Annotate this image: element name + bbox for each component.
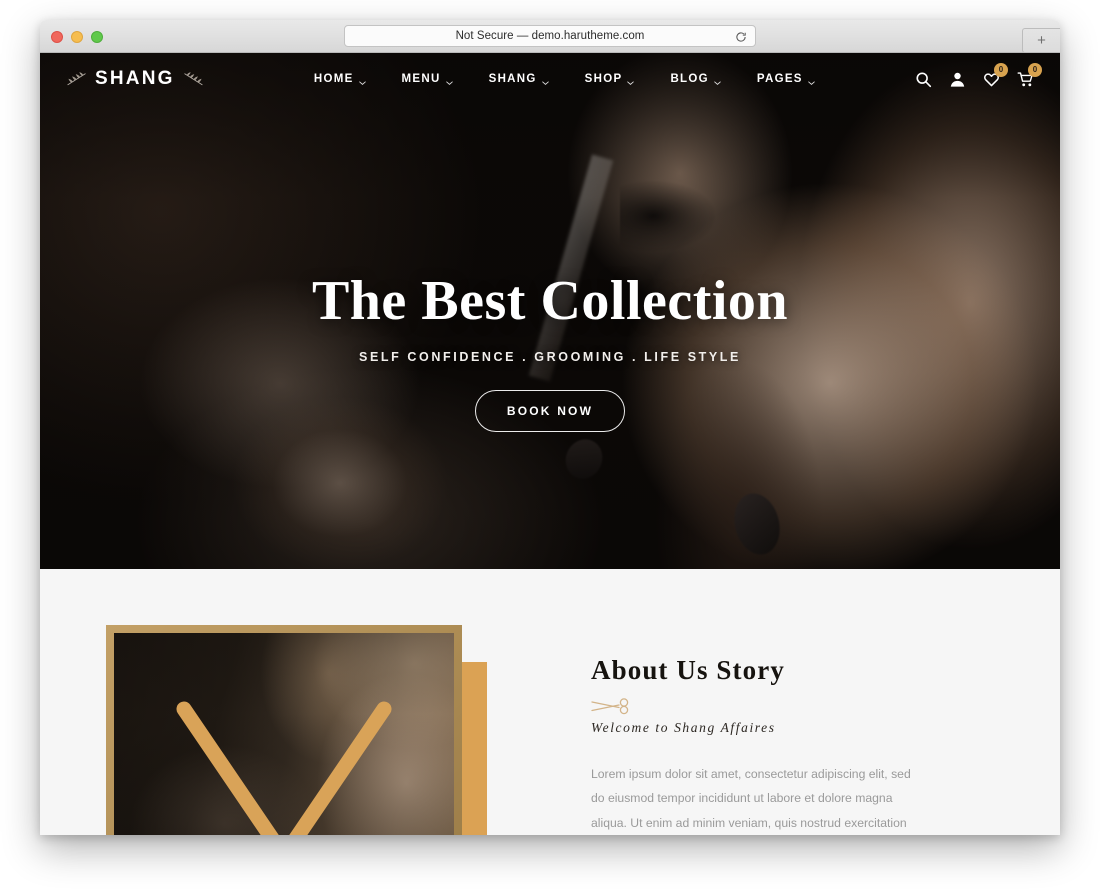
- nav-item-label: MENU: [401, 73, 441, 85]
- chevron-down-icon: [541, 77, 549, 86]
- window-controls: [51, 31, 103, 43]
- nav-item-shop[interactable]: SHOP: [584, 73, 635, 86]
- chevron-down-icon: [358, 77, 366, 86]
- user-icon[interactable]: [949, 71, 966, 88]
- address-bar[interactable]: Not Secure — demo.harutheme.com: [344, 25, 756, 47]
- site-header: SHANG HOME MENU SHANG SHOP BLOG PAGES 0 …: [40, 53, 1060, 105]
- browser-window: Not Secure — demo.harutheme.com + SHANG …: [40, 20, 1060, 835]
- zoom-window-button[interactable]: [91, 31, 103, 43]
- browser-titlebar: Not Secure — demo.harutheme.com +: [40, 20, 1060, 53]
- nav-item-label: HOME: [313, 73, 354, 85]
- about-inner: Opening Hours MONDAY - FRIDAY About Us S…: [106, 569, 994, 835]
- main-navigation: HOME MENU SHANG SHOP BLOG PAGES: [214, 73, 915, 86]
- reload-icon[interactable]: [735, 30, 747, 42]
- nav-item-label: SHOP: [584, 73, 623, 85]
- book-now-button[interactable]: BOOK NOW: [474, 389, 626, 432]
- wishlist-count-badge: 0: [994, 62, 1008, 77]
- nav-item-menu[interactable]: MENU: [401, 73, 453, 86]
- nav-item-home[interactable]: HOME: [313, 73, 366, 86]
- nav-item-shang[interactable]: SHANG: [488, 73, 549, 86]
- url-text: Not Secure — demo.harutheme.com: [455, 30, 645, 42]
- about-heading: About Us Story: [591, 655, 785, 685]
- opening-hours-visual: Opening Hours MONDAY - FRIDAY: [106, 625, 566, 835]
- header-tools: 0 0: [915, 62, 1042, 88]
- close-window-button[interactable]: [51, 31, 63, 43]
- wheat-sprig-right-icon: [182, 71, 204, 87]
- hero-subtitle: SELF CONFIDENCE . GROOMING . LIFE STYLE: [359, 349, 741, 364]
- scissors-horizontal-icon: [589, 696, 631, 716]
- hero-title: The Best Collection: [311, 270, 789, 332]
- chevron-down-icon: [808, 77, 815, 86]
- page-viewport: SHANG HOME MENU SHANG SHOP BLOG PAGES 0 …: [40, 53, 1060, 835]
- hero-content: The Best Collection SELF CONFIDENCE . GR…: [40, 270, 1060, 432]
- nav-item-label: PAGES: [756, 73, 803, 85]
- wheat-sprig-left-icon: [66, 71, 88, 87]
- about-text-block: About Us Story Welcome to Shang Affaires…: [566, 625, 986, 835]
- nav-item-blog[interactable]: BLOG: [670, 73, 721, 86]
- search-icon[interactable]: [915, 71, 932, 88]
- opening-hours-photo: Opening Hours MONDAY - FRIDAY: [114, 633, 454, 835]
- about-body-text: Lorem ipsum dolor sit amet, consectetur …: [591, 767, 911, 830]
- chevron-down-icon: [627, 77, 635, 86]
- minimize-window-button[interactable]: [71, 31, 83, 43]
- wishlist-icon[interactable]: 0: [983, 62, 1008, 88]
- about-section: Opening Hours MONDAY - FRIDAY About Us S…: [40, 569, 1060, 835]
- nav-item-pages[interactable]: PAGES: [756, 73, 815, 86]
- cart-icon[interactable]: 0: [1017, 62, 1042, 88]
- brand-name: SHANG: [95, 68, 175, 89]
- new-tab-button[interactable]: +: [1022, 28, 1060, 53]
- cart-count-badge: 0: [1028, 62, 1042, 77]
- opening-hours-overlay: Opening Hours MONDAY - FRIDAY: [114, 633, 454, 835]
- about-tagline: Welcome to Shang Affaires: [591, 720, 776, 735]
- nav-item-label: BLOG: [670, 73, 709, 85]
- opening-hours-card: Opening Hours MONDAY - FRIDAY: [106, 625, 462, 835]
- hero-section: SHANG HOME MENU SHANG SHOP BLOG PAGES 0 …: [40, 53, 1060, 569]
- nav-item-label: SHANG: [488, 73, 537, 85]
- chevron-down-icon: [445, 77, 453, 86]
- brand-logo[interactable]: SHANG: [66, 68, 204, 90]
- chevron-down-icon: [714, 77, 721, 86]
